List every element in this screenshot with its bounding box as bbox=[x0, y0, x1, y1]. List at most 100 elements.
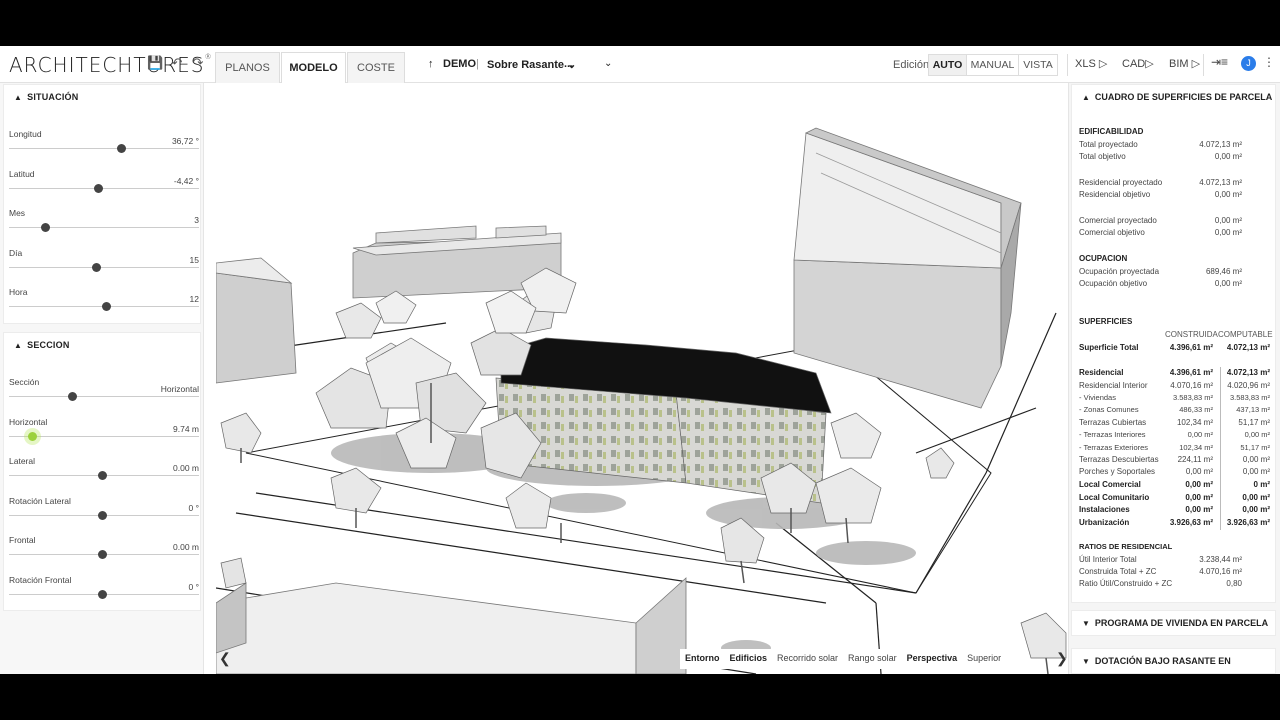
slider-track[interactable] bbox=[9, 435, 199, 437]
situacion-header[interactable]: ▲ SITUACIÓN bbox=[4, 85, 200, 109]
tab-modelo[interactable]: MODELO bbox=[281, 52, 346, 84]
row-computable-value: 0,00 m² bbox=[1244, 430, 1270, 439]
more-menu-icon[interactable]: ⋮ bbox=[1263, 55, 1275, 69]
view-recorrido-solar-button[interactable]: Recorrido solar bbox=[772, 649, 843, 669]
viewport-next-arrow-icon[interactable]: ❯ bbox=[1056, 650, 1068, 667]
slider-knob[interactable] bbox=[98, 589, 108, 599]
slider-knob[interactable] bbox=[101, 302, 111, 311]
slider-knob[interactable] bbox=[92, 262, 102, 272]
project-up-arrow-icon[interactable]: ↑ bbox=[428, 58, 434, 70]
panel-toggle-icon[interactable]: ⇥≡ bbox=[1211, 55, 1228, 69]
level-more[interactable]: ... bbox=[564, 58, 573, 70]
export-xls-button[interactable]: XLS ▷ bbox=[1075, 57, 1107, 70]
row-label: Residencial objetivo bbox=[1079, 190, 1151, 199]
row-label: Instalaciones bbox=[1079, 505, 1130, 514]
slider-knob[interactable] bbox=[67, 392, 77, 401]
view-edificios-button[interactable]: Edificios bbox=[725, 649, 773, 669]
cuadro-superficies-header[interactable]: ▲ CUADRO DE SUPERFICIES DE PARCELA bbox=[1072, 85, 1275, 109]
slider-knob[interactable] bbox=[94, 183, 104, 193]
row-value: 4.072,13 m² bbox=[1199, 140, 1242, 149]
row-label: Terrazas Cubiertas bbox=[1079, 418, 1147, 427]
row-label: - Zonas Comunes bbox=[1079, 405, 1139, 414]
row-label: Ratio Útil/Construido + ZC bbox=[1079, 579, 1173, 588]
edificabilidad-heading: EDIFICABILIDAD bbox=[1079, 127, 1144, 136]
row-computable-value: 51,17 m² bbox=[1240, 443, 1270, 452]
row-value: 0,00 m² bbox=[1214, 279, 1242, 288]
seccion-header[interactable]: ▲ SECCION bbox=[4, 333, 200, 357]
row-value: 3.238,44 m² bbox=[1199, 555, 1242, 564]
row-computable-value: 0,00 m² bbox=[1242, 505, 1270, 514]
building-left-edge bbox=[216, 257, 297, 384]
slider-label: Longitud bbox=[9, 129, 42, 139]
slider-track[interactable] bbox=[9, 227, 199, 228]
chevron-down-icon: ▼ bbox=[1082, 619, 1090, 628]
slider-track[interactable] bbox=[9, 148, 199, 149]
export-cad-button[interactable]: CAD▷ bbox=[1122, 57, 1154, 70]
column-divider bbox=[1220, 517, 1221, 530]
slider-knob[interactable] bbox=[98, 471, 108, 480]
project-separator: | bbox=[476, 58, 479, 70]
slider-row: Día 15 bbox=[9, 248, 199, 284]
superficie-row: - Terrazas Interiores 0,00 m² 0,00 m² bbox=[1079, 429, 1270, 442]
left-panel: ▲ SITUACIÓN Longitud 36,72 ° Latitud -4,42 °… bbox=[0, 83, 204, 674]
column-divider bbox=[1220, 429, 1221, 442]
tab-planos[interactable]: PLANOS bbox=[215, 52, 280, 83]
dotacion-header[interactable]: ▼DOTACIÓN BAJO RASANTE EN PARCELA bbox=[1072, 649, 1275, 673]
slider-track[interactable] bbox=[9, 266, 199, 268]
row-construida-value: 224,11 m² bbox=[1177, 455, 1213, 464]
project-name[interactable]: DEMO bbox=[443, 58, 476, 70]
row-label: Útil Interior Total bbox=[1079, 555, 1137, 564]
superficie-row: Instalaciones 0,00 m² 0,00 m² bbox=[1079, 504, 1270, 517]
edition-manual-button[interactable]: MANUAL bbox=[966, 54, 1019, 76]
slider-knob[interactable] bbox=[41, 223, 51, 232]
row-label: Urbanización bbox=[1079, 518, 1130, 527]
undo-icon[interactable]: ↶ bbox=[169, 55, 185, 71]
edition-auto-button[interactable]: AUTO bbox=[928, 54, 967, 76]
row-construida-value: 3.583,83 m² bbox=[1172, 393, 1213, 402]
level-selector[interactable]: Sobre Rasante ⌄ bbox=[487, 58, 576, 71]
summary-row: Construida Total + ZC 4.070,16 m² bbox=[1079, 567, 1270, 578]
slider-label: Horizontal bbox=[9, 416, 48, 427]
row-computable-value: 0 m² bbox=[1253, 480, 1270, 489]
column-divider bbox=[1220, 367, 1221, 380]
summary-row: Ratio Útil/Construido + ZC 0,80 bbox=[1079, 579, 1270, 590]
view-rango-solar-button[interactable]: Rango solar bbox=[843, 649, 902, 669]
row-computable-value: 4.072,13 m² bbox=[1226, 368, 1270, 377]
slider-knob[interactable] bbox=[27, 431, 37, 441]
summary-row: Ocupación objetivo 0,00 m² bbox=[1079, 279, 1270, 290]
redo-icon[interactable]: ↷ bbox=[190, 55, 206, 71]
slider-value: 9.74 m bbox=[173, 423, 199, 434]
chevron-down-icon: ▼ bbox=[1082, 657, 1090, 666]
tab-coste[interactable]: COSTE bbox=[347, 52, 405, 83]
col-construida-header: CONSTRUIDA bbox=[1165, 330, 1218, 339]
viewport-prev-arrow-icon[interactable]: ❮ bbox=[219, 650, 231, 667]
row-value: 0,00 m² bbox=[1214, 152, 1242, 161]
view-entorno-button[interactable]: Entorno bbox=[680, 649, 725, 669]
user-avatar[interactable]: J bbox=[1241, 56, 1256, 71]
slider-knob[interactable] bbox=[117, 144, 127, 153]
save-icon[interactable]: 💾 bbox=[147, 55, 163, 71]
edition-vista-button[interactable]: VISTA bbox=[1018, 54, 1058, 76]
superficie-row: Terrazas Cubiertas 102,34 m² 51,17 m² bbox=[1079, 417, 1270, 430]
summary-row: Útil Interior Total 3.238,44 m² bbox=[1079, 555, 1270, 566]
row-construida-value: 102,34 m² bbox=[1179, 443, 1213, 452]
slider-label: Día bbox=[9, 247, 23, 258]
programa-vivienda-header[interactable]: ▼ PROGRAMA DE VIVIENDA EN PARCELA bbox=[1072, 611, 1275, 635]
chevron-up-icon: ▲ bbox=[14, 341, 23, 350]
slider-track[interactable] bbox=[9, 396, 199, 397]
row-construida-value: 0,00 m² bbox=[1185, 480, 1213, 489]
row-construida-value: 0,00 m² bbox=[1185, 467, 1213, 476]
slider-value: 3 bbox=[194, 215, 199, 225]
slider-label: Mes bbox=[9, 208, 26, 218]
view-superior-button[interactable]: Superior bbox=[962, 649, 1006, 669]
3d-scene[interactable] bbox=[216, 83, 1068, 674]
slider-knob[interactable] bbox=[98, 510, 108, 520]
slider-track[interactable] bbox=[9, 187, 199, 189]
view-perspectiva-button[interactable]: Perspectiva bbox=[902, 649, 963, 669]
column-divider bbox=[1220, 504, 1221, 517]
slider-knob[interactable] bbox=[98, 550, 108, 559]
3d-viewport[interactable]: ❮ ❯ Entorno Edificios Recorrido solar Ra… bbox=[216, 83, 1068, 674]
level-dropdown-chevron-icon[interactable]: ⌄ bbox=[604, 58, 612, 69]
slider-row: Sección Horizontal bbox=[9, 377, 199, 413]
export-bim-button[interactable]: BIM ▷ bbox=[1169, 57, 1200, 70]
